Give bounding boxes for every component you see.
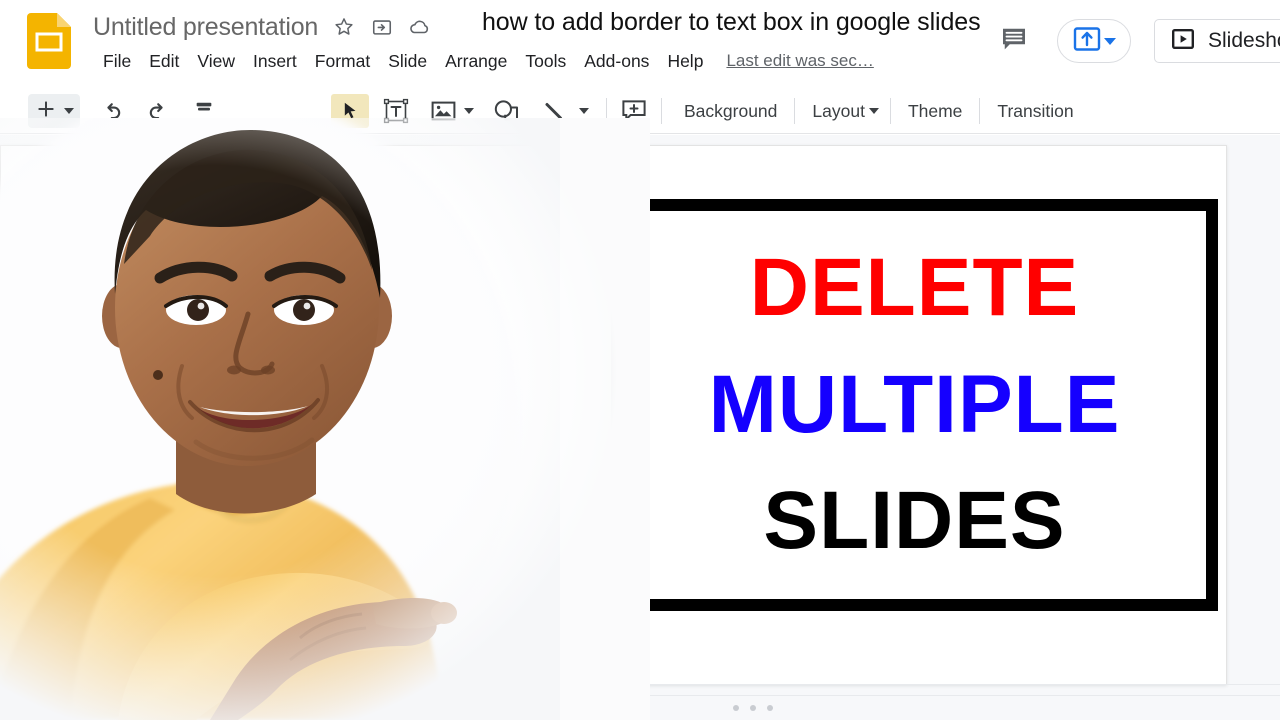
- textbox-line-1: DELETE: [749, 242, 1080, 334]
- move-to-folder-icon[interactable]: [370, 15, 394, 39]
- slideshow-label: Slideshow: [1208, 29, 1280, 52]
- menu-item-slide[interactable]: Slide: [379, 47, 436, 75]
- menu-item-addons[interactable]: Add-ons: [575, 47, 658, 75]
- document-title[interactable]: Untitled presentation: [93, 13, 318, 42]
- select-tool-button[interactable]: [331, 94, 369, 128]
- status-bar: [0, 695, 1280, 720]
- toolbar-divider-5: [979, 98, 981, 124]
- menu-item-file[interactable]: File: [94, 47, 140, 75]
- line-options-chevron-down-icon[interactable]: [579, 108, 589, 114]
- slide-textbox[interactable]: DELETE MULTIPLE SLIDES: [611, 199, 1218, 611]
- main-toolbar: Background Layout Theme Transition: [0, 88, 1280, 134]
- theme-button[interactable]: Theme: [897, 94, 973, 128]
- drag-handle-dots-icon[interactable]: [733, 705, 773, 711]
- toolbar-divider-4: [889, 98, 891, 124]
- chevron-down-icon[interactable]: [64, 108, 74, 114]
- menu-item-tools[interactable]: Tools: [516, 47, 575, 75]
- menu-item-insert[interactable]: Insert: [244, 47, 306, 75]
- menu-item-view[interactable]: View: [188, 47, 244, 75]
- play-box-icon: [1171, 27, 1195, 56]
- paint-format-button[interactable]: [188, 94, 220, 128]
- layout-chevron-down-icon[interactable]: [868, 108, 879, 114]
- toolbar-divider-3: [794, 98, 796, 124]
- chevron-down-icon[interactable]: [1103, 37, 1116, 45]
- background-button[interactable]: Background: [673, 94, 788, 128]
- insert-shape-button[interactable]: [490, 94, 522, 128]
- present-upload-icon: [1073, 26, 1101, 57]
- undo-button[interactable]: [96, 94, 128, 128]
- toolbar-divider-1: [606, 98, 607, 124]
- google-slides-window: DELETE MULTIPLE SLIDES Untitled presenta…: [0, 0, 1280, 720]
- menu-bar: File Edit View Insert Format Slide Arran…: [94, 47, 874, 75]
- menu-item-format[interactable]: Format: [306, 47, 379, 75]
- menu-item-edit[interactable]: Edit: [140, 47, 188, 75]
- transition-button[interactable]: Transition: [986, 94, 1084, 128]
- insert-line-button[interactable]: [538, 94, 570, 128]
- slides-doc-icon[interactable]: [27, 13, 71, 69]
- video-title-text: how to add border to text box in google …: [482, 8, 981, 36]
- insert-image-button[interactable]: [427, 94, 459, 128]
- image-options-chevron-down-icon[interactable]: [464, 108, 474, 114]
- star-outline-icon[interactable]: [332, 15, 356, 39]
- toolbar-divider-2: [661, 98, 662, 124]
- menu-item-help[interactable]: Help: [658, 47, 712, 75]
- new-slide-button[interactable]: [28, 94, 80, 128]
- redo-button[interactable]: [142, 94, 174, 128]
- last-edit-link[interactable]: Last edit was sec…: [726, 47, 873, 75]
- cloud-saved-icon[interactable]: [408, 15, 432, 39]
- menu-item-arrange[interactable]: Arrange: [436, 47, 516, 75]
- plus-icon: [36, 99, 56, 124]
- slideshow-button[interactable]: Slideshow: [1154, 19, 1280, 63]
- add-comment-button[interactable]: [618, 94, 650, 128]
- comment-icon[interactable]: [997, 22, 1031, 56]
- toolbar-items: Background Layout Theme Transition: [28, 88, 1085, 134]
- textbox-line-3: SLIDES: [763, 475, 1066, 567]
- text-box-button[interactable]: [380, 94, 412, 128]
- layout-button[interactable]: Layout: [801, 94, 869, 128]
- present-upload-button[interactable]: [1057, 19, 1131, 63]
- document-title-row: Untitled presentation: [93, 9, 432, 45]
- canvas-bottom-divider: [0, 684, 1280, 685]
- app-header: Untitled presentation how to add border …: [0, 0, 1280, 88]
- textbox-line-2: MULTIPLE: [708, 358, 1121, 450]
